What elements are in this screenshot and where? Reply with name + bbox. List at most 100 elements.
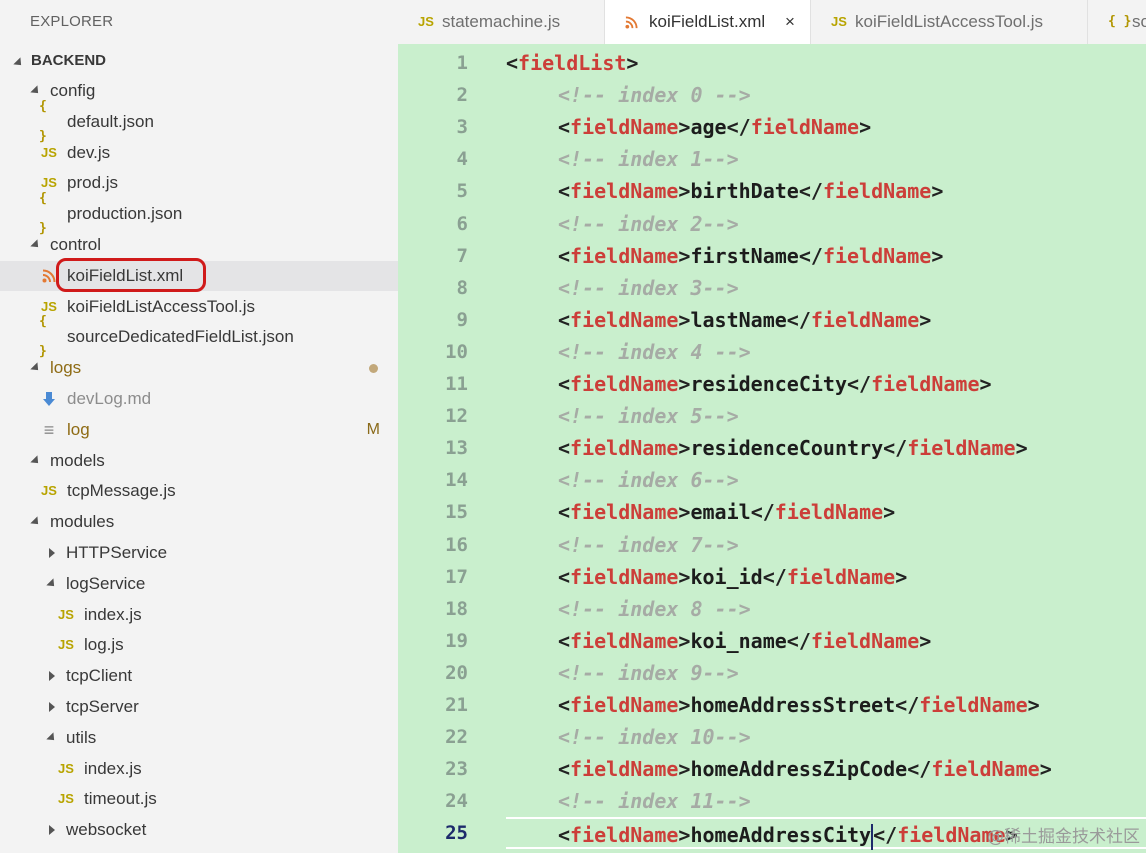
tree-file[interactable]: JS timeout.js	[0, 784, 398, 814]
code-line[interactable]: <fieldName>residenceCountry</fieldName>	[506, 432, 1028, 464]
code-line[interactable]: <!-- index 7-->	[506, 529, 739, 561]
code-line[interactable]: <!-- index 3-->	[506, 272, 739, 304]
chevron-down-icon[interactable]	[30, 446, 42, 476]
code-line[interactable]: <fieldName>birthDate</fieldName>	[506, 175, 943, 207]
token-comment: <!-- index 8 -->	[558, 596, 751, 621]
tree-folder-logs[interactable]: logs	[0, 353, 398, 383]
token-punct: >	[859, 115, 872, 140]
code-line[interactable]: <fieldName>koi_id</fieldName>	[506, 561, 907, 593]
tree-folder-modules[interactable]: modules	[0, 507, 398, 537]
token-punct: </	[798, 179, 823, 204]
chevron-right-icon[interactable]	[46, 661, 58, 691]
tree-file[interactable]: JS index.js	[0, 600, 398, 630]
line-number: 19	[445, 629, 468, 652]
file-name: koiFieldListAccessTool.js	[67, 296, 256, 316]
token-punct: >	[1027, 693, 1040, 717]
code-line[interactable]: <fieldName>firstName</fieldName>	[506, 240, 943, 272]
tree-folder-tcpserver[interactable]: tcpServer	[0, 692, 398, 722]
code-line[interactable]: <fieldName>koi_name</fieldName>	[506, 625, 931, 657]
code-line[interactable]: <!-- index 11-->	[506, 785, 751, 817]
token-comment: <!-- index 6-->	[558, 468, 739, 493]
line-number: 21	[445, 694, 468, 716]
token-text: residenceCountry	[690, 436, 884, 461]
token-punct: </	[847, 372, 872, 396]
token-punct: >	[931, 243, 944, 268]
code-line[interactable]: <!-- index 0 -->	[506, 79, 751, 111]
token-punct: >	[1039, 757, 1052, 782]
token-text: homeAddressCity	[690, 823, 872, 848]
tree-file[interactable]: { } default.json	[0, 99, 398, 144]
code-line[interactable]: <fieldName>age</fieldName>	[506, 111, 871, 143]
editor-tab[interactable]: JS statemachine.js	[398, 0, 605, 44]
chevron-down-icon[interactable]	[46, 569, 58, 599]
tree-file[interactable]: JS index.js	[0, 754, 398, 784]
chevron-down-icon[interactable]	[30, 353, 42, 383]
code-line[interactable]: <!-- index 4 -->	[506, 336, 751, 368]
token-punct: >	[883, 500, 896, 525]
token-punct: >	[678, 564, 691, 589]
code-line[interactable]: <!-- index 1-->	[506, 143, 739, 175]
code-line[interactable]: <fieldName>residenceCity</fieldName>	[506, 368, 992, 400]
token-tagname: fieldName	[822, 179, 932, 204]
token-punct: >	[979, 372, 992, 396]
token-punct: <	[558, 693, 571, 717]
tree-file[interactable]: { } production.json	[0, 191, 398, 236]
chevron-down-icon[interactable]	[30, 507, 42, 537]
tree-file[interactable]: JS dev.js	[0, 138, 398, 168]
tree-folder-config[interactable]: config	[0, 76, 398, 106]
tree-folder-control[interactable]: control	[0, 230, 398, 260]
code-line[interactable]: <fieldName>email</fieldName>	[506, 496, 895, 528]
code-line[interactable]: <fieldName>homeAddressStreet</fieldName>	[506, 689, 1040, 721]
editor-tab[interactable]: { } sc	[1088, 0, 1146, 44]
code-line[interactable]: <!-- index 9-->	[506, 657, 739, 689]
chevron-right-icon[interactable]	[46, 815, 58, 845]
tree-folder-utils[interactable]: utils	[0, 723, 398, 753]
workspace-section-header[interactable]: BACKEND	[0, 46, 398, 76]
code-line-content: <fieldList>	[506, 51, 638, 75]
chevron-down-icon[interactable]	[46, 723, 58, 753]
tree-file[interactable]: { } sourceDedicatedFieldList.json	[0, 314, 398, 359]
tree-folder-websocket[interactable]: websocket	[0, 815, 398, 845]
tree-file[interactable]: JS log.js	[0, 630, 398, 660]
tree-file[interactable]: devLog.md	[0, 384, 398, 414]
editor-tab-bar: JS statemachine.js koiFieldList.xml × JS koiF…	[398, 0, 1146, 44]
tree-file[interactable]: JS prod.js	[0, 168, 398, 198]
token-tagname: fieldName	[750, 115, 860, 140]
code-line[interactable]: <!-- index 2-->	[506, 208, 739, 240]
line-number: 4	[456, 148, 468, 171]
code-line[interactable]: <!-- index 8 -->	[506, 593, 751, 625]
tree-folder-tcpclient[interactable]: tcpClient	[0, 661, 398, 691]
token-tagname: fieldName	[570, 115, 679, 140]
json-file-icon: { }	[1108, 14, 1132, 29]
editor-tab[interactable]: JS koiFieldListAccessTool.js	[811, 0, 1088, 44]
folder-name: websocket	[66, 820, 147, 840]
token-punct: <	[558, 115, 571, 140]
code-line[interactable]: <fieldName>lastName</fieldName>	[506, 304, 931, 336]
code-area[interactable]: <fieldList> <!-- index 0 --> <fieldName>ag…	[506, 44, 1146, 853]
code-line[interactable]: <!-- index 6-->	[506, 464, 739, 496]
code-line[interactable]: <!-- index 5-->	[506, 400, 739, 432]
code-line[interactable]: <fieldList>	[506, 47, 638, 79]
tree-folder-models[interactable]: models	[0, 446, 398, 476]
tree-file[interactable]: ≡ log M	[0, 415, 398, 445]
chevron-down-icon[interactable]	[30, 230, 42, 260]
chevron-right-icon[interactable]	[46, 692, 58, 722]
code-line[interactable]: <!-- index 10-->	[506, 721, 751, 753]
close-icon[interactable]: ×	[785, 0, 795, 44]
tree-folder-httpservice[interactable]: HTTPService	[0, 538, 398, 568]
line-number: 9	[456, 308, 468, 331]
chevron-right-icon[interactable]	[46, 538, 58, 568]
file-name: log.js	[84, 635, 124, 655]
git-modified-badge: M	[366, 420, 380, 438]
tree-folder-logservice[interactable]: logService	[0, 569, 398, 599]
chevron-down-icon	[13, 53, 25, 70]
code-line-content: <fieldName>lastName</fieldName>	[506, 308, 931, 332]
folder-name: utils	[66, 727, 97, 747]
tree-file[interactable]: JS tcpMessage.js	[0, 476, 398, 506]
folder-name: modules	[50, 512, 115, 532]
token-punct: >	[678, 693, 691, 717]
tree-file[interactable]: JS koiFieldListAccessTool.js	[0, 292, 398, 322]
code-editor[interactable]: 1 2 3 4 5 6 7 8 9 10 11 12 13 14 15 16 17 18 19 20 21 22 23 24 2…	[398, 44, 1146, 853]
code-line[interactable]: <fieldName>homeAddressZipCode</fieldName…	[506, 753, 1052, 785]
editor-tab[interactable]: koiFieldList.xml ×	[605, 0, 811, 44]
